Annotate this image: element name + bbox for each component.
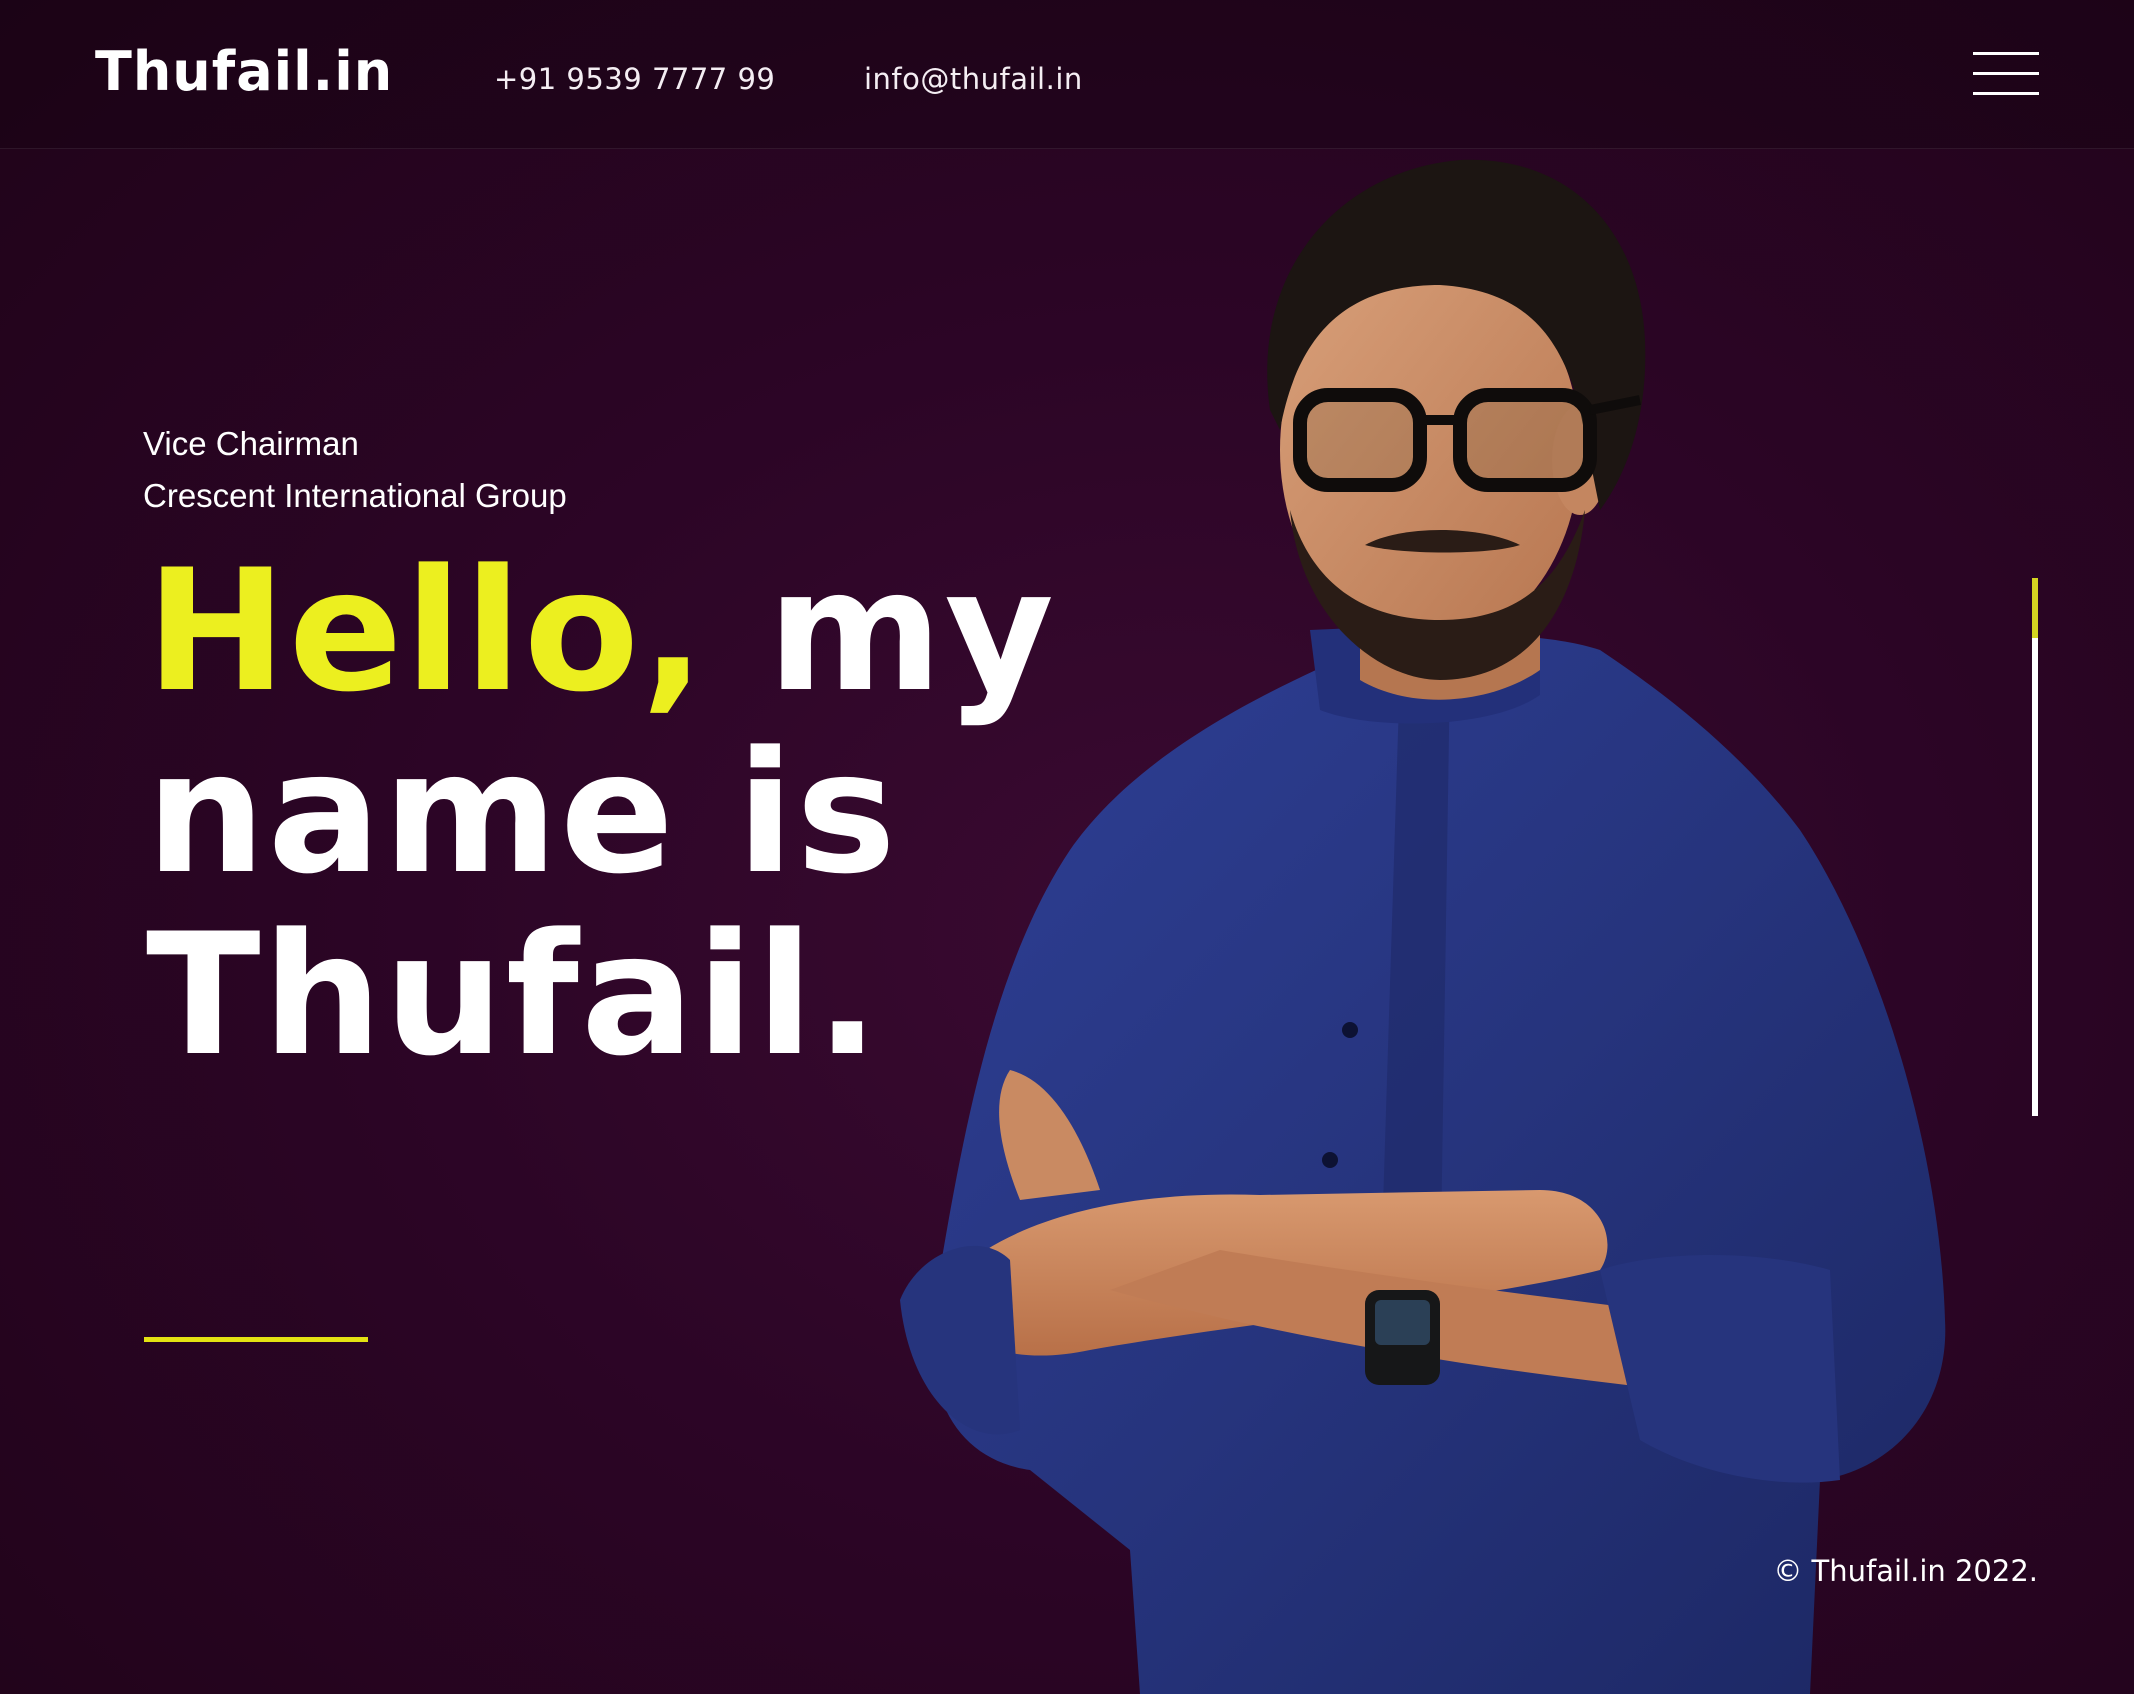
menu-bar [1973, 92, 2039, 95]
organization-name: Crescent International Group [143, 477, 567, 514]
headline-line-1: Hello, my [146, 540, 1056, 722]
site-logo[interactable]: Thufail.in [95, 40, 393, 103]
email-link[interactable]: info@thufail.in [864, 62, 1083, 96]
slide-progress-bar[interactable] [2032, 578, 2038, 1116]
copyright-text: © Thufail.in 2022. [1773, 1554, 2038, 1588]
hero-headline: Hello, my name is Thufail. [146, 540, 1056, 1086]
headline-line-3: Thufail. [146, 897, 882, 1093]
phone-link[interactable]: +91 9539 7777 99 [494, 62, 775, 96]
menu-bar [1973, 72, 2039, 75]
site-header: Thufail.in +91 9539 7777 99 info@thufail… [0, 0, 2134, 149]
accent-divider [144, 1337, 368, 1342]
menu-bar [1973, 52, 2039, 55]
slide-progress-active [2032, 578, 2038, 638]
headline-line-1-rest: my [767, 533, 1057, 729]
hero-subtitle: Vice Chairman Crescent International Gro… [143, 418, 567, 522]
hamburger-menu-icon[interactable] [1973, 50, 2039, 100]
headline-highlight: Hello, [146, 533, 707, 729]
role-title: Vice Chairman [143, 425, 359, 462]
headline-line-2: name is [146, 715, 899, 911]
